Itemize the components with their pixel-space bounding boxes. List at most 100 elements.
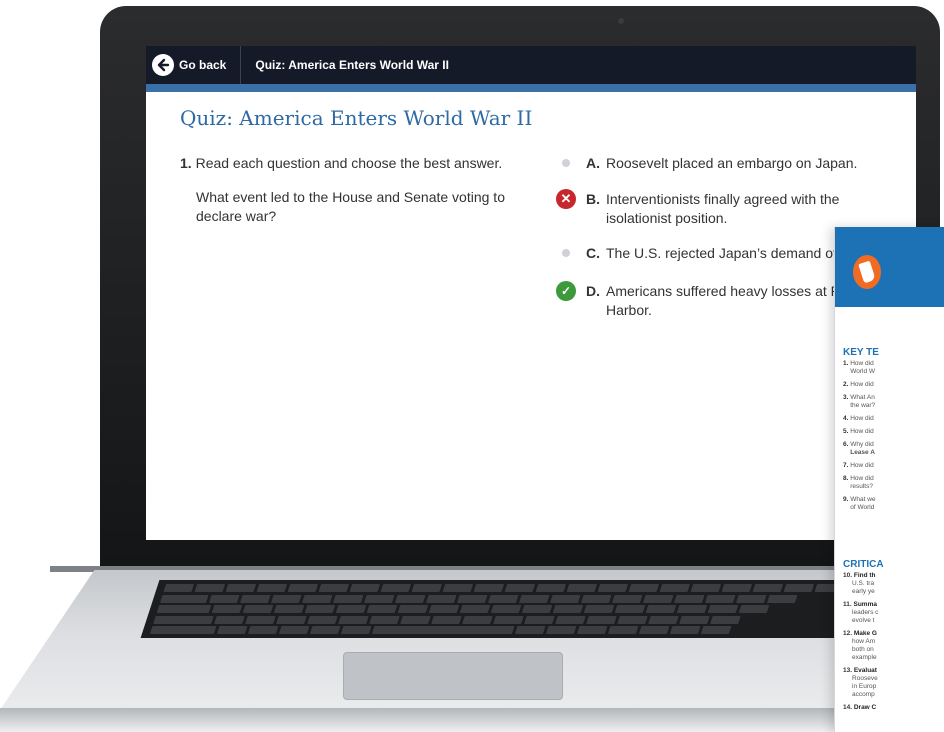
keyboard-key <box>473 584 505 592</box>
keyboard-key <box>245 615 276 624</box>
keyboard-key <box>705 594 736 603</box>
keyboard-key <box>669 626 701 634</box>
keyboard-key <box>676 605 708 613</box>
keyboard-key <box>767 594 798 603</box>
answer-letter: A. <box>586 155 600 171</box>
keyboard-key <box>338 615 369 624</box>
checkmark-circle-icon: ✓ <box>556 281 576 301</box>
keyboard-key <box>273 605 305 613</box>
keyboard-key <box>459 605 491 613</box>
keyboard-key <box>612 594 643 603</box>
keyboard-key <box>395 594 426 603</box>
answer-letter: C. <box>586 245 600 261</box>
laptop-keyboard <box>140 580 944 638</box>
answer-text: Roosevelt placed an embargo on Japan. <box>606 155 858 171</box>
trackpad <box>343 652 563 700</box>
keyboard-key <box>160 594 209 603</box>
critical-thinking-item: 14. Draw C <box>843 704 877 711</box>
key-term-item: 2. How did <box>843 381 874 388</box>
keyboard-key <box>431 615 462 624</box>
keyboard-key <box>690 584 722 592</box>
keyboard-key <box>519 594 550 603</box>
keyboard-key <box>442 584 474 592</box>
keyboard-key <box>659 584 691 592</box>
key-term-item: 4. How did <box>843 415 874 422</box>
question-text: What event led to the House and Senate v… <box>196 189 505 224</box>
keyboard-key <box>700 626 732 634</box>
keyboard-key <box>163 584 195 592</box>
critical-thinking-item: 11. Summa leaders c evolve t <box>843 601 879 624</box>
app-bar: Go back Quiz: America Enters World War I… <box>146 46 916 84</box>
laptop-front-edge <box>0 708 944 732</box>
key-terms-heading: KEY TE <box>843 347 879 358</box>
go-back-button[interactable]: Go back <box>146 46 242 84</box>
keyboard-key <box>214 615 245 624</box>
keyboard-key <box>380 584 412 592</box>
textbook-header <box>835 227 944 307</box>
answer-option-a[interactable]: A. Roosevelt placed an embargo on Japan. <box>556 154 916 173</box>
keyboard-key <box>643 594 674 603</box>
keyboard-key <box>535 584 567 592</box>
keyboard-key <box>736 594 767 603</box>
keyboard-key <box>566 584 598 592</box>
key-term-item: 6. Why did Lease A <box>843 441 875 456</box>
keyboard-key <box>521 605 553 613</box>
keyboard-key <box>597 584 629 592</box>
keyboard-key <box>411 584 443 592</box>
keyboard-key <box>366 605 398 613</box>
page-title: Quiz: America Enters World War II <box>180 106 533 130</box>
keyboard-key <box>304 605 336 613</box>
keyboard-key <box>721 584 753 592</box>
webcam <box>618 18 624 24</box>
keyboard-key <box>287 584 319 592</box>
keyboard-key <box>738 605 770 613</box>
keyboard-key <box>156 605 212 613</box>
keyboard-key <box>307 615 338 624</box>
arrow-left-circle-icon <box>152 54 174 76</box>
instruction-text: Read each question and choose the best a… <box>195 155 503 171</box>
answer-option-b[interactable]: ✕ B. Interventionists finally agreed wit… <box>556 189 916 228</box>
keyboard-key <box>216 626 248 634</box>
keyboard-key <box>586 615 617 624</box>
keyboard-key <box>426 594 457 603</box>
key-term-item: 5. How did <box>843 428 874 435</box>
keyboard-key <box>225 584 257 592</box>
keyboard-key <box>648 615 679 624</box>
keyboard-key <box>309 626 341 634</box>
keyboard-key <box>428 605 460 613</box>
keyboard-key <box>752 584 784 592</box>
key-term-item: 9. What we of World <box>843 496 876 511</box>
keyboard-key <box>364 594 395 603</box>
keyboard-key <box>240 594 271 603</box>
keyboard-key <box>278 626 310 634</box>
answer-text: Interventionists finally agreed with the… <box>606 191 840 226</box>
keyboard-key <box>247 626 279 634</box>
textbook-page: KEY TE CRITICA 1. How did World W 2. How … <box>834 227 944 732</box>
keyboard-row <box>160 594 798 603</box>
radio-unselected-icon <box>556 243 576 263</box>
keyboard-key <box>318 584 350 592</box>
keyboard-row <box>163 584 846 592</box>
critical-thinking-item: 13. Evaluat Rooseve in Europ accomp <box>843 667 878 698</box>
quiz-screen: Go back Quiz: America Enters World War I… <box>146 46 916 540</box>
keyboard-key <box>490 605 522 613</box>
keyboard-key <box>783 584 815 592</box>
keyboard-key <box>493 615 524 624</box>
keyboard-key <box>555 615 586 624</box>
keyboard-key <box>638 626 670 634</box>
keyboard-key <box>209 594 240 603</box>
keyboard-key <box>256 584 288 592</box>
key-term-item: 8. How did results? <box>843 475 874 490</box>
question-number: 1. <box>180 155 192 171</box>
keyboard-key <box>488 594 519 603</box>
answer-letter: B. <box>586 191 600 207</box>
keyboard-key <box>349 584 381 592</box>
keyboard-key <box>674 594 705 603</box>
keyboard-key <box>617 615 648 624</box>
keyboard-key <box>400 615 431 624</box>
keyboard-key <box>645 605 677 613</box>
keyboard-key <box>552 605 584 613</box>
keyboard-key <box>149 626 217 634</box>
critical-thinking-heading: CRITICA <box>843 559 884 570</box>
keyboard-key <box>581 594 612 603</box>
